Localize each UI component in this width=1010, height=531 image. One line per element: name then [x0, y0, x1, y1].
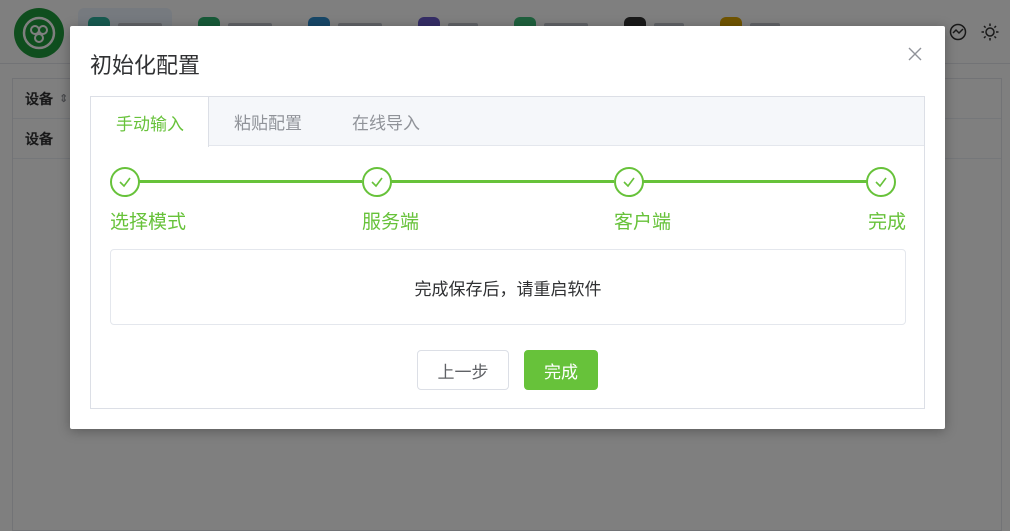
close-icon — [908, 47, 922, 61]
finish-button[interactable]: 完成 — [524, 350, 598, 390]
step-label-select-mode: 选择模式 — [110, 211, 187, 233]
tab-online-import[interactable]: 在线导入 — [327, 97, 445, 146]
previous-step-button[interactable]: 上一步 — [417, 350, 509, 390]
completion-message: 完成保存后，请重启软件 — [110, 249, 906, 325]
tab-manual-input[interactable]: 手动输入 — [91, 97, 209, 147]
step-check-icon — [866, 167, 896, 197]
step-connector — [139, 180, 362, 183]
steps: 选择模式 服务端 客户端 完成 — [110, 167, 906, 237]
init-config-dialog: 初始化配置 手动输入 粘贴配置 在线导入 选择模式 服务端 客户端 完成 完成保… — [70, 26, 945, 429]
step-label-done: 完成 — [867, 211, 906, 233]
completion-message-text: 完成保存后，请重启软件 — [414, 279, 602, 300]
step-connector — [643, 180, 868, 183]
step-check-icon — [614, 167, 644, 197]
dialog-title: 初始化配置 — [90, 54, 201, 79]
step-label-server: 服务端 — [362, 211, 420, 233]
step-check-icon — [110, 167, 140, 197]
step-check-icon — [362, 167, 392, 197]
step-connector — [391, 180, 614, 183]
close-button[interactable] — [905, 44, 925, 64]
step-label-client: 客户端 — [614, 211, 672, 233]
tabs-card: 手动输入 粘贴配置 在线导入 选择模式 服务端 客户端 完成 完成保存后，请重启… — [90, 96, 925, 409]
tab-paste-config[interactable]: 粘贴配置 — [209, 97, 327, 146]
tabs-header: 手动输入 粘贴配置 在线导入 — [91, 97, 924, 147]
